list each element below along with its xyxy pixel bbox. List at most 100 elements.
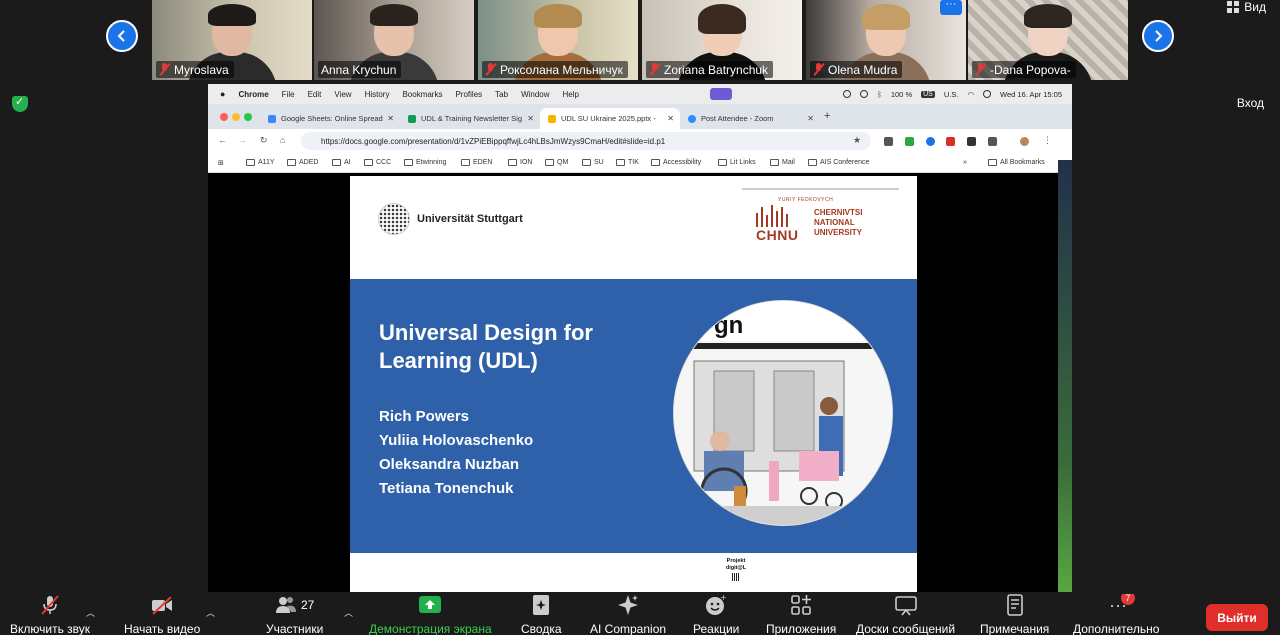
close-tab-icon[interactable]: ✕ (527, 114, 534, 123)
new-tab-icon[interactable]: + (824, 110, 830, 122)
next-page-arrow-icon[interactable] (1142, 20, 1174, 52)
extension-icon[interactable] (905, 137, 914, 146)
security-shield-icon[interactable] (12, 95, 28, 112)
more-button[interactable]: ··· 7 Дополнительно (1073, 594, 1165, 635)
sheets-favicon-icon (408, 114, 416, 123)
menu-view[interactable]: View (334, 90, 351, 99)
menu-bookmarks[interactable]: Bookmarks (402, 90, 442, 99)
bookmark-folder[interactable]: ADED (287, 159, 318, 166)
participant-tile[interactable]: -Dana Popova- (968, 0, 1128, 80)
participant-tile[interactable]: Myroslava (152, 0, 312, 80)
bookmark-folder[interactable]: Lit Links (718, 159, 756, 166)
menu-file[interactable]: File (282, 90, 295, 99)
search-icon[interactable] (983, 90, 991, 98)
url-input[interactable]: https://docs.google.com/presentation/d/1… (301, 132, 871, 150)
tile-options-button[interactable]: ··· (940, 0, 962, 15)
close-tab-icon[interactable]: ✕ (667, 114, 674, 123)
reload-icon[interactable]: ↻ (260, 135, 268, 146)
close-window-icon[interactable] (220, 113, 228, 121)
ai-companion-button[interactable]: AI Companion (590, 594, 666, 635)
menu-history[interactable]: History (365, 90, 390, 99)
sign-in-link[interactable]: Вход (1237, 96, 1264, 110)
status-icon[interactable] (843, 90, 852, 98)
zoom-share-indicator-icon[interactable] (710, 88, 732, 100)
leave-meeting-button[interactable]: Выйти (1206, 604, 1268, 631)
extension-icon[interactable] (946, 137, 955, 146)
unmute-button[interactable]: Включить звук (10, 594, 90, 635)
video-off-icon (151, 594, 173, 616)
mic-muted-icon (159, 63, 170, 76)
wifi-icon[interactable]: ◠ (967, 90, 974, 99)
maximize-window-icon[interactable] (244, 113, 252, 121)
more-bookmarks-icon[interactable]: » (963, 159, 967, 166)
close-tab-icon[interactable]: ✕ (387, 114, 394, 123)
browser-tab[interactable]: UDL & Training Newsletter Sig ✕ (400, 108, 540, 129)
close-tab-icon[interactable]: ✕ (807, 114, 814, 123)
datetime[interactable]: Wed 16. Apr 15:05 (1000, 90, 1062, 99)
apps-grid-icon[interactable]: ⊞ (218, 159, 224, 167)
bookmark-folder[interactable]: Etwinning (404, 159, 446, 166)
browser-tab[interactable]: Post Attendee - Zoom ✕ (680, 108, 820, 129)
view-button[interactable]: Вид (1227, 0, 1266, 14)
browser-menu-icon[interactable]: ⋮ (1043, 135, 1052, 146)
start-video-button[interactable]: Начать видео (124, 594, 200, 635)
participants-options-chevron-icon[interactable]: ︿ (344, 606, 353, 619)
bookmark-folder[interactable]: EDEN (461, 159, 492, 166)
meeting-toolbar: Включить звук ︿ Начать видео ︿ 27 Участн… (0, 592, 1280, 635)
participant-tile[interactable]: Zoriana Batrynchuk (642, 0, 802, 80)
reactions-button[interactable]: + Реакции (693, 594, 739, 635)
profile-avatar[interactable] (1020, 137, 1029, 146)
more-dots-icon: ··· 7 (1107, 594, 1135, 616)
author-name: Oleksandra Nuzban (379, 456, 520, 473)
share-screen-button[interactable]: Демонстрация экрана (369, 594, 492, 635)
menu-tab[interactable]: Tab (495, 90, 508, 99)
audio-options-chevron-icon[interactable]: ︿ (86, 606, 95, 619)
bookmark-folder[interactable]: AI (332, 159, 351, 166)
apple-icon[interactable]: ● (220, 89, 225, 99)
forward-icon[interactable]: → (238, 135, 247, 145)
notes-button[interactable]: Примечания (980, 594, 1049, 635)
menu-window[interactable]: Window (521, 90, 549, 99)
minimize-window-icon[interactable] (232, 113, 240, 121)
bookmark-folder[interactable]: SU (582, 159, 604, 166)
menu-profiles[interactable]: Profiles (455, 90, 482, 99)
previous-page-arrow-icon[interactable] (106, 20, 138, 52)
apps-button[interactable]: Приложения (766, 594, 836, 635)
author-list: Rich Powers Yuliia Holovaschenko Oleksan… (379, 405, 533, 501)
bookmark-folder[interactable]: AIS Conference (808, 159, 869, 166)
browser-tab-active[interactable]: UDL SU Ukraine 2025.pptx - ✕ (540, 108, 680, 129)
bookmark-folder[interactable]: CCC (364, 159, 391, 166)
bookmark-folder[interactable]: ION (508, 159, 532, 166)
participants-button[interactable]: 27 Участники (266, 594, 323, 635)
folder-icon (718, 159, 727, 166)
whiteboards-button[interactable]: Доски сообщений (856, 594, 955, 635)
slide-header: Universität Stuttgart YURIY FEDKOVYCH CH… (350, 176, 917, 279)
mic-muted-icon (813, 63, 824, 76)
extensions-puzzle-icon[interactable] (988, 137, 997, 146)
extension-icon[interactable] (967, 137, 976, 146)
home-icon[interactable]: ⌂ (280, 135, 285, 145)
browser-tab[interactable]: Google Sheets: Online Spread ✕ (260, 108, 400, 129)
participant-tile[interactable]: Anna Krychun (314, 0, 474, 80)
menu-edit[interactable]: Edit (308, 90, 322, 99)
svg-text:+: + (720, 594, 727, 602)
participant-tile[interactable]: Роксолана Мельничук (478, 0, 638, 80)
back-icon[interactable]: ← (218, 135, 227, 145)
menu-app-name[interactable]: Chrome (238, 90, 268, 99)
menu-help[interactable]: Help (563, 90, 579, 99)
bookmark-folder[interactable]: Accessibility (651, 159, 701, 166)
input-source-badge[interactable]: US (921, 90, 935, 98)
extension-icon[interactable] (926, 137, 935, 146)
bookmark-folder[interactable]: QM (545, 159, 568, 166)
battery-level[interactable]: 100 % (891, 90, 912, 99)
bookmark-star-icon[interactable]: ★ (853, 135, 861, 146)
bluetooth-icon[interactable]: ᛒ (877, 90, 882, 99)
video-options-chevron-icon[interactable]: ︿ (206, 606, 215, 619)
bookmark-folder[interactable]: A11Y (246, 159, 275, 166)
clock-icon[interactable] (860, 90, 869, 98)
bookmark-folder[interactable]: Mail (770, 159, 795, 166)
summary-button[interactable]: Сводка (521, 594, 562, 635)
bookmark-folder[interactable]: TIK (616, 159, 639, 166)
all-bookmarks-folder[interactable]: All Bookmarks (988, 159, 1045, 166)
extension-icon[interactable] (884, 137, 893, 146)
